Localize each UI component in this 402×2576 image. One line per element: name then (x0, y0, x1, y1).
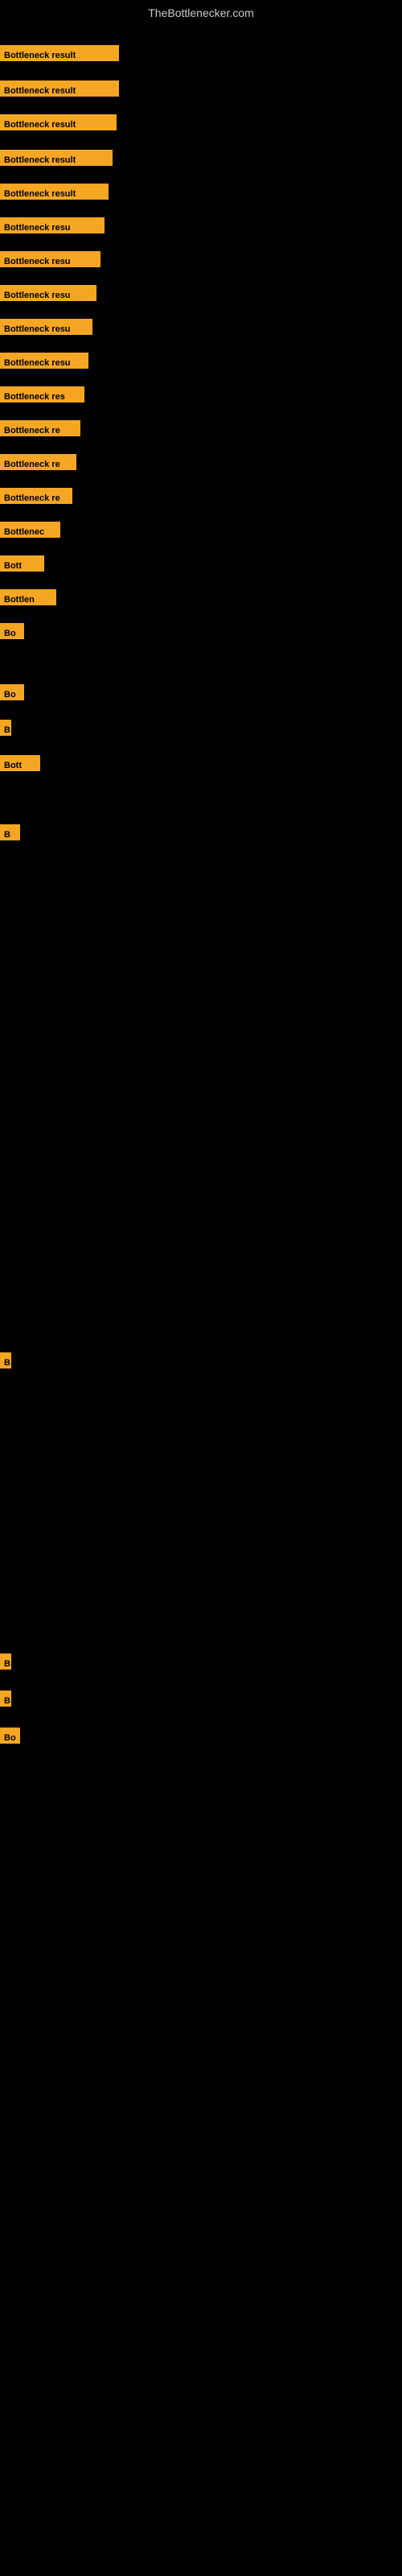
bar-label-11: Bottleneck re (0, 420, 80, 436)
bar-row-25: Bo (0, 1728, 20, 1744)
bar-label-14: Bottlenec (0, 522, 60, 538)
bar-label-20: Bott (0, 755, 40, 771)
bar-row-23: B (0, 1653, 11, 1670)
bar-label-23: B (0, 1653, 11, 1670)
bar-label-21: B (0, 824, 20, 840)
bar-row-2: Bottleneck result (0, 114, 117, 130)
bar-label-10: Bottleneck res (0, 386, 84, 402)
bar-label-17: Bo (0, 623, 24, 639)
bar-row-17: Bo (0, 623, 24, 639)
bar-row-18: Bo (0, 684, 24, 700)
bar-label-19: B (0, 720, 11, 736)
bar-row-1: Bottleneck result (0, 80, 119, 97)
bar-label-18: Bo (0, 684, 24, 700)
bar-row-20: Bott (0, 755, 40, 771)
bar-label-24: B (0, 1690, 11, 1707)
bar-row-5: Bottleneck resu (0, 217, 105, 233)
bar-row-0: Bottleneck result (0, 45, 119, 61)
bar-label-8: Bottleneck resu (0, 319, 92, 335)
bar-row-10: Bottleneck res (0, 386, 84, 402)
bar-label-1: Bottleneck result (0, 80, 119, 97)
bar-label-13: Bottleneck re (0, 488, 72, 504)
bar-label-2: Bottleneck result (0, 114, 117, 130)
bar-row-22: B (0, 1352, 11, 1368)
bar-label-16: Bottlen (0, 589, 56, 605)
bar-row-19: B (0, 720, 11, 736)
bar-label-7: Bottleneck resu (0, 285, 96, 301)
bar-row-8: Bottleneck resu (0, 319, 92, 335)
site-title: TheBottlenecker.com (0, 0, 402, 23)
bar-label-9: Bottleneck resu (0, 353, 88, 369)
bar-row-6: Bottleneck resu (0, 251, 100, 267)
bar-label-12: Bottleneck re (0, 454, 76, 470)
bar-row-21: B (0, 824, 20, 840)
bar-row-4: Bottleneck result (0, 184, 109, 200)
bar-row-14: Bottlenec (0, 522, 60, 538)
bar-row-11: Bottleneck re (0, 420, 80, 436)
bar-label-4: Bottleneck result (0, 184, 109, 200)
bar-row-24: B (0, 1690, 11, 1707)
bar-label-6: Bottleneck resu (0, 251, 100, 267)
bar-row-9: Bottleneck resu (0, 353, 88, 369)
bar-row-13: Bottleneck re (0, 488, 72, 504)
bar-label-25: Bo (0, 1728, 20, 1744)
bar-row-16: Bottlen (0, 589, 56, 605)
bar-label-22: B (0, 1352, 11, 1368)
bar-label-5: Bottleneck resu (0, 217, 105, 233)
bar-row-7: Bottleneck resu (0, 285, 96, 301)
bar-label-0: Bottleneck result (0, 45, 119, 61)
bar-label-15: Bott (0, 555, 44, 572)
bar-row-3: Bottleneck result (0, 150, 113, 166)
bar-row-12: Bottleneck re (0, 454, 76, 470)
bar-label-3: Bottleneck result (0, 150, 113, 166)
bar-row-15: Bott (0, 555, 44, 572)
